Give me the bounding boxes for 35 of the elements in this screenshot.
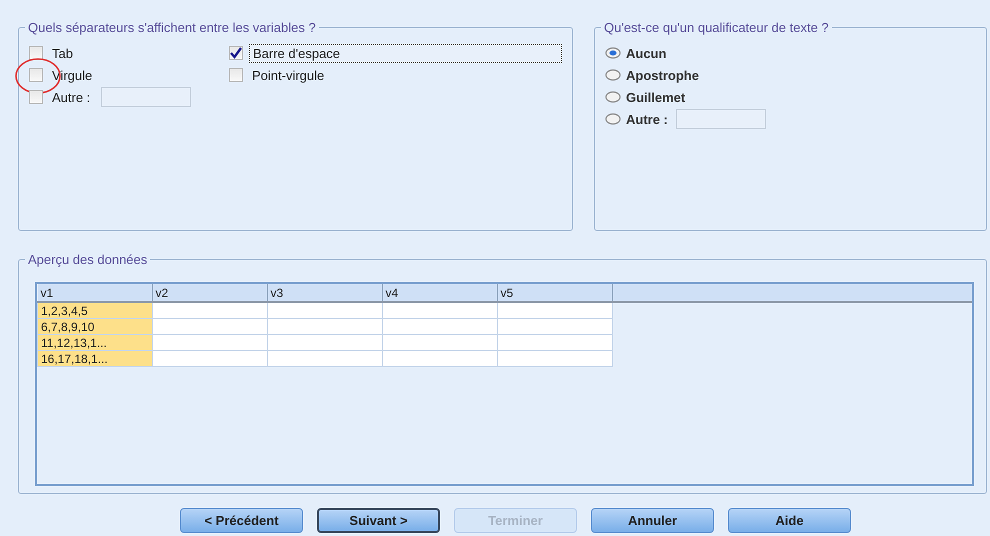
radio-button[interactable]: [605, 69, 621, 81]
table-cell: 11,12,13,1...: [38, 334, 152, 350]
checkbox[interactable]: [229, 46, 243, 60]
input-field[interactable]: [676, 109, 766, 129]
checkbox-label[interactable]: Autre :: [49, 88, 94, 106]
wizard-button[interactable]: Suivant >: [317, 508, 440, 533]
checkbox[interactable]: [29, 90, 43, 104]
wizard-button[interactable]: Annuler: [591, 508, 714, 533]
wizard-button[interactable]: Aide: [728, 508, 851, 533]
wizard-button[interactable]: < Précédent: [180, 508, 303, 533]
column-header[interactable]: v4: [382, 284, 497, 302]
table-cell: 16,17,18,1...: [38, 350, 152, 366]
checkbox-label[interactable]: Point-virgule: [249, 66, 328, 84]
checkbox[interactable]: [229, 68, 243, 82]
column-header[interactable]: v2: [152, 284, 267, 302]
group-title: Qu'est-ce qu'un qualificateur de texte ?: [601, 20, 832, 35]
checkbox-label[interactable]: Barre d'espace: [249, 44, 562, 62]
radio-label[interactable]: Guillemet: [626, 90, 686, 104]
checkbox-label[interactable]: Tab: [49, 44, 76, 62]
column-header[interactable]: v3: [267, 284, 382, 302]
table-cell: 1,2,3,4,5: [38, 302, 152, 318]
checkbox[interactable]: [29, 68, 43, 82]
column-header[interactable]: v5: [497, 284, 612, 302]
radio-label[interactable]: Apostrophe: [626, 68, 699, 82]
group-title: Aperçu des données: [25, 252, 150, 267]
radio-button[interactable]: [605, 113, 621, 125]
column-header[interactable]: v1: [38, 284, 152, 302]
group-title: Quels séparateurs s'affichent entre les variables ?: [25, 20, 319, 35]
radio-label[interactable]: Aucun: [626, 46, 666, 60]
input-field[interactable]: [101, 87, 192, 107]
radio-button[interactable]: [605, 47, 621, 59]
radio-button[interactable]: [605, 91, 621, 103]
checkbox[interactable]: [29, 46, 43, 60]
radio-label[interactable]: Autre :: [626, 112, 668, 126]
table-cell: 6,7,8,9,10: [38, 318, 152, 334]
